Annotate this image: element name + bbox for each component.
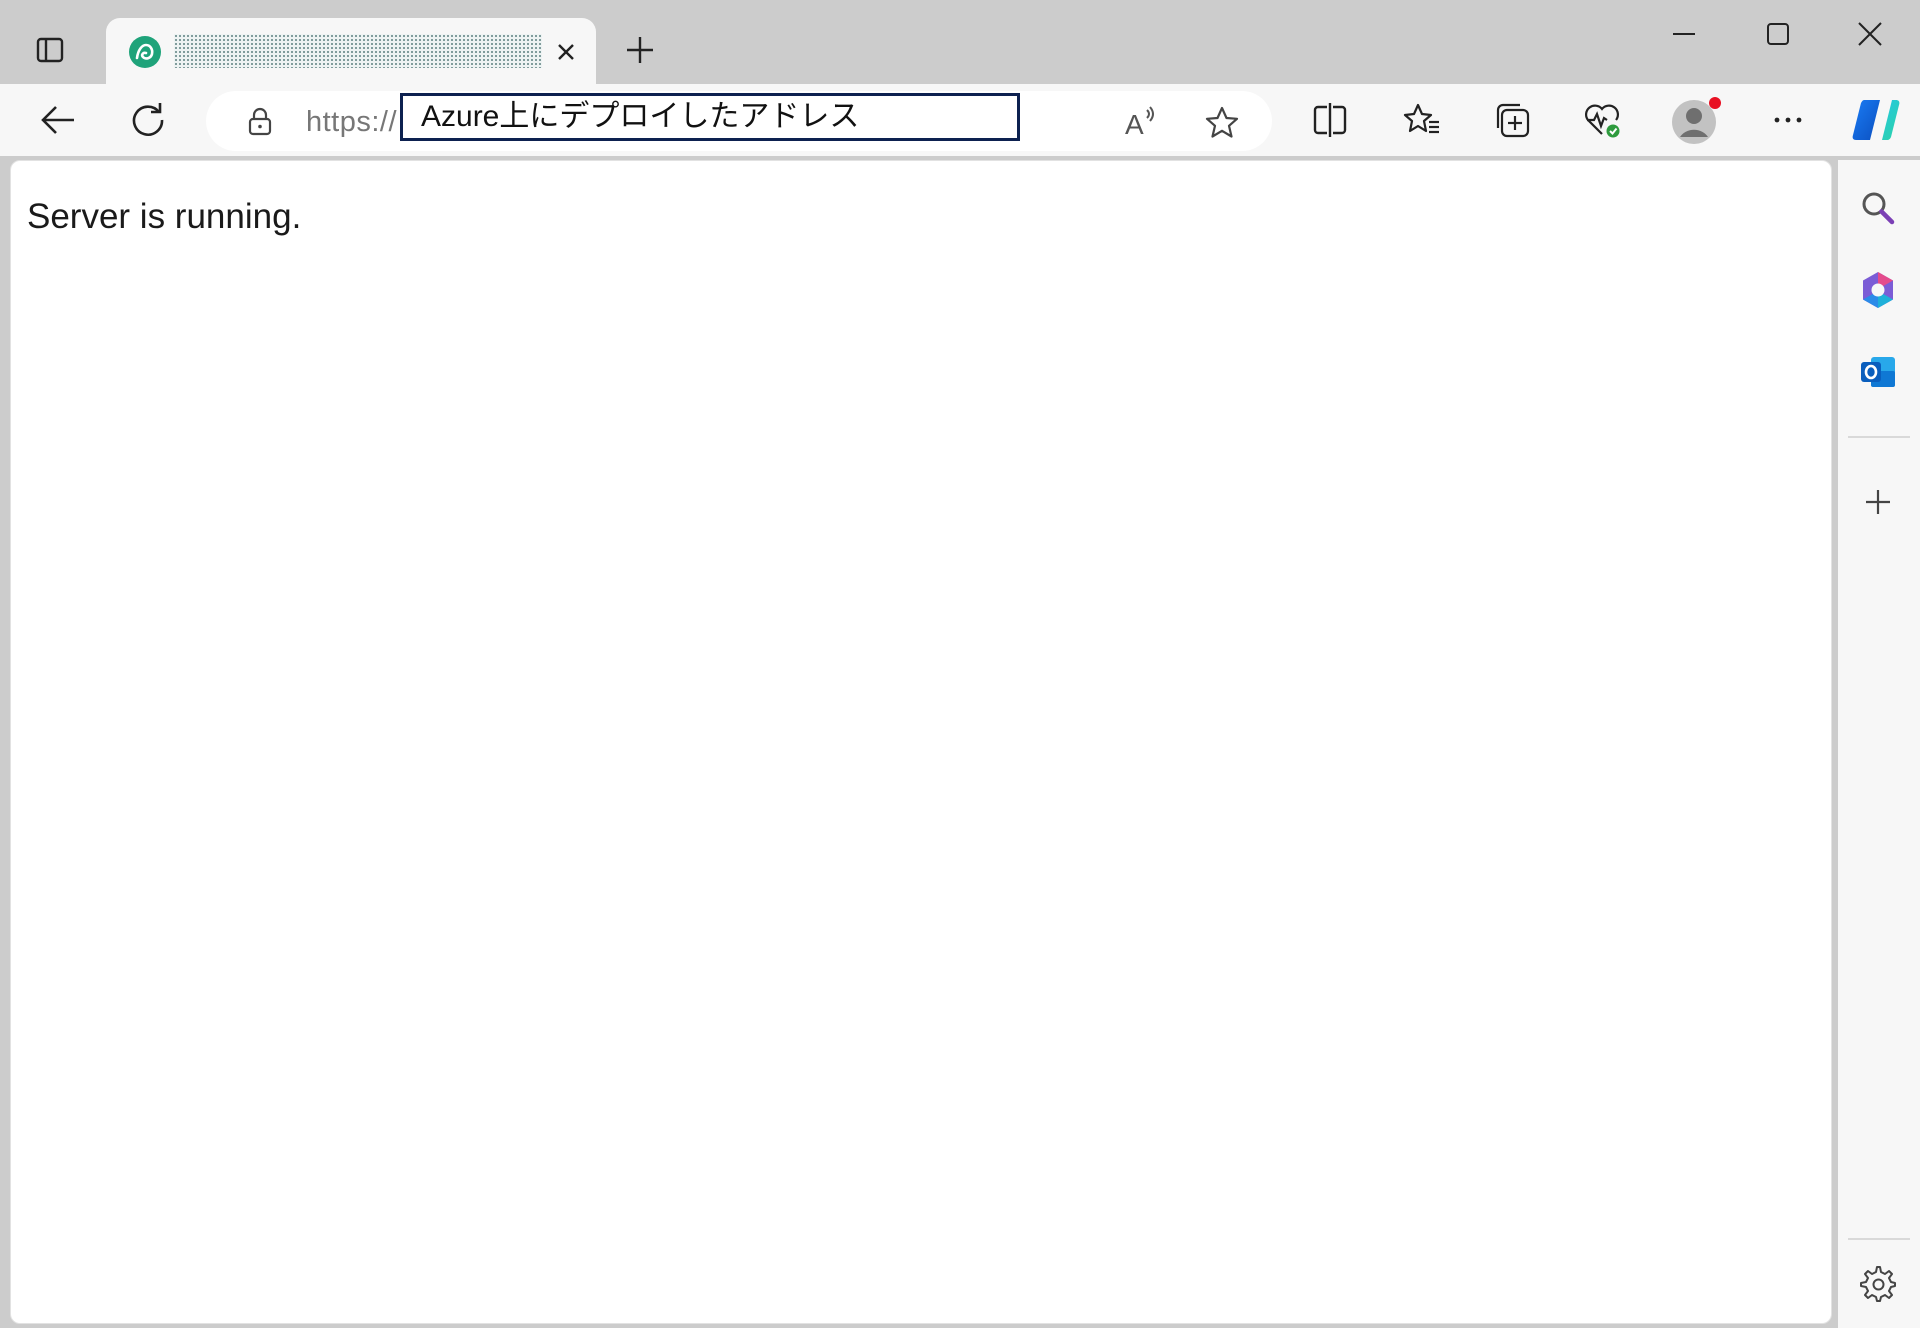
title-bar <box>0 0 1920 84</box>
search-icon <box>1862 192 1895 225</box>
microsoft-365-icon <box>1863 272 1893 308</box>
outlook-icon <box>1861 357 1895 387</box>
read-aloud-icon: A <box>1125 106 1154 140</box>
close-icon <box>1858 22 1882 46</box>
ellipsis-icon <box>1774 117 1802 123</box>
refresh-button[interactable] <box>124 96 172 144</box>
split-screen-icon <box>1313 103 1347 137</box>
plus-icon <box>627 37 653 63</box>
add-favorite-button[interactable] <box>1202 103 1242 143</box>
heart-pulse-icon <box>1585 104 1620 138</box>
navigation-toolbar: https:// Azure上にデプロイしたアドレス A <box>0 84 1920 156</box>
maximize-icon <box>1767 23 1789 45</box>
page-viewport: Server is running. <box>10 160 1832 1324</box>
gear-icon <box>1860 1266 1896 1302</box>
sidebar-microsoft-365-button[interactable] <box>1850 262 1906 318</box>
plus-icon <box>1866 490 1890 514</box>
sidebar-divider <box>1848 1238 1910 1240</box>
edge-sidebar <box>1838 160 1920 1328</box>
url-annotation: Azure上にデプロイしたアドレス <box>400 93 1020 141</box>
profile-avatar-icon <box>1672 97 1721 144</box>
browser-essentials-button[interactable] <box>1578 96 1626 144</box>
profile-button[interactable] <box>1670 92 1724 148</box>
url-prefix: https:// <box>306 106 398 138</box>
tab-actions-icon <box>36 37 64 63</box>
server-status-text: Server is running. <box>27 197 302 236</box>
tab-title <box>174 34 542 68</box>
maximize-button[interactable] <box>1746 10 1810 58</box>
copilot-button[interactable] <box>1848 92 1904 148</box>
close-tab-button[interactable] <box>548 34 584 70</box>
refresh-icon <box>132 103 164 136</box>
sidebar-outlook-button[interactable] <box>1850 344 1906 400</box>
active-tab[interactable] <box>106 18 596 84</box>
more-options-button[interactable] <box>1764 96 1812 144</box>
split-screen-button[interactable] <box>1306 96 1354 144</box>
copilot-icon <box>1852 100 1900 140</box>
sidebar-divider <box>1848 436 1910 438</box>
favorites-button[interactable] <box>1398 96 1446 144</box>
app-service-logo-icon <box>129 36 161 68</box>
new-tab-button[interactable] <box>616 28 664 72</box>
minimize-icon <box>1673 33 1695 35</box>
lock-icon <box>248 107 272 136</box>
sidebar-settings-button[interactable] <box>1850 1256 1906 1312</box>
collections-button[interactable] <box>1488 96 1536 144</box>
tab-actions-button[interactable] <box>18 28 82 72</box>
favorites-icon <box>1403 103 1439 134</box>
back-arrow-icon <box>41 106 74 134</box>
back-button[interactable] <box>34 96 82 144</box>
collections-icon <box>1496 103 1530 138</box>
address-bar[interactable]: https:// Azure上にデプロイしたアドレス A <box>206 91 1272 151</box>
sidebar-add-button[interactable] <box>1850 474 1906 530</box>
star-icon <box>1205 106 1239 138</box>
minimize-button[interactable] <box>1652 10 1716 58</box>
close-window-button[interactable] <box>1838 10 1902 58</box>
svg-text:A: A <box>1125 109 1144 140</box>
close-icon <box>558 44 574 60</box>
sidebar-search-button[interactable] <box>1850 180 1906 236</box>
read-aloud-button[interactable]: A <box>1120 103 1160 143</box>
